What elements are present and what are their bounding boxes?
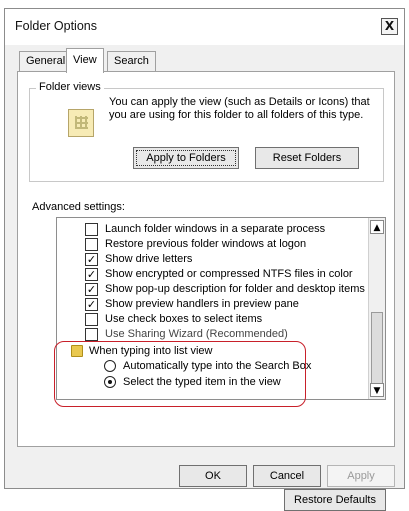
window-title: Folder Options (15, 19, 97, 33)
scroll-up-icon[interactable]: ▲ (370, 220, 384, 234)
title-bar: Folder Options X (5, 9, 404, 45)
checkbox[interactable] (85, 328, 98, 341)
folder-views-title: Folder views (36, 81, 104, 93)
restore-defaults-button[interactable]: Restore Defaults (284, 489, 386, 511)
folder-views-group: Folder views You can apply the view (suc… (29, 81, 384, 182)
folder-view-icon (68, 109, 94, 137)
close-button[interactable]: X (381, 18, 398, 35)
checkbox[interactable]: ✓ (85, 283, 98, 296)
tab-search[interactable]: Search (107, 51, 156, 72)
tab-strip: General View Search (19, 48, 179, 73)
scroll-thumb[interactable] (371, 312, 383, 384)
folder-views-description: You can apply the view (such as Details … (109, 96, 370, 121)
radio-button-selected[interactable] (104, 376, 116, 388)
checkbox[interactable] (85, 223, 98, 236)
tab-general[interactable]: General (19, 51, 73, 72)
scrollbar[interactable]: ▲ ▼ (368, 218, 385, 399)
cancel-button[interactable]: Cancel (253, 465, 321, 487)
checkbox[interactable] (85, 238, 98, 251)
reset-folders-button[interactable]: Reset Folders (255, 147, 359, 169)
checkbox[interactable]: ✓ (85, 253, 98, 266)
radio-button[interactable] (104, 360, 116, 372)
checkbox[interactable]: ✓ (85, 298, 98, 311)
checkbox[interactable] (85, 313, 98, 326)
folder-options-dialog: Folder Options X General View Search Fol… (4, 8, 405, 511)
apply-button[interactable]: Apply (327, 465, 395, 487)
advanced-settings-list: Launch folder windows in a separate proc… (56, 217, 386, 400)
folder-icon (71, 345, 83, 357)
apply-to-folders-button[interactable]: Apply to Folders (133, 147, 239, 169)
ok-button[interactable]: OK (179, 465, 247, 487)
checkbox[interactable]: ✓ (85, 268, 98, 281)
advanced-settings-label: Advanced settings: (32, 201, 125, 213)
view-tab-panel: Folder views You can apply the view (suc… (17, 71, 395, 511)
tab-view[interactable]: View (66, 48, 104, 73)
scroll-down-icon[interactable]: ▼ (370, 383, 384, 397)
